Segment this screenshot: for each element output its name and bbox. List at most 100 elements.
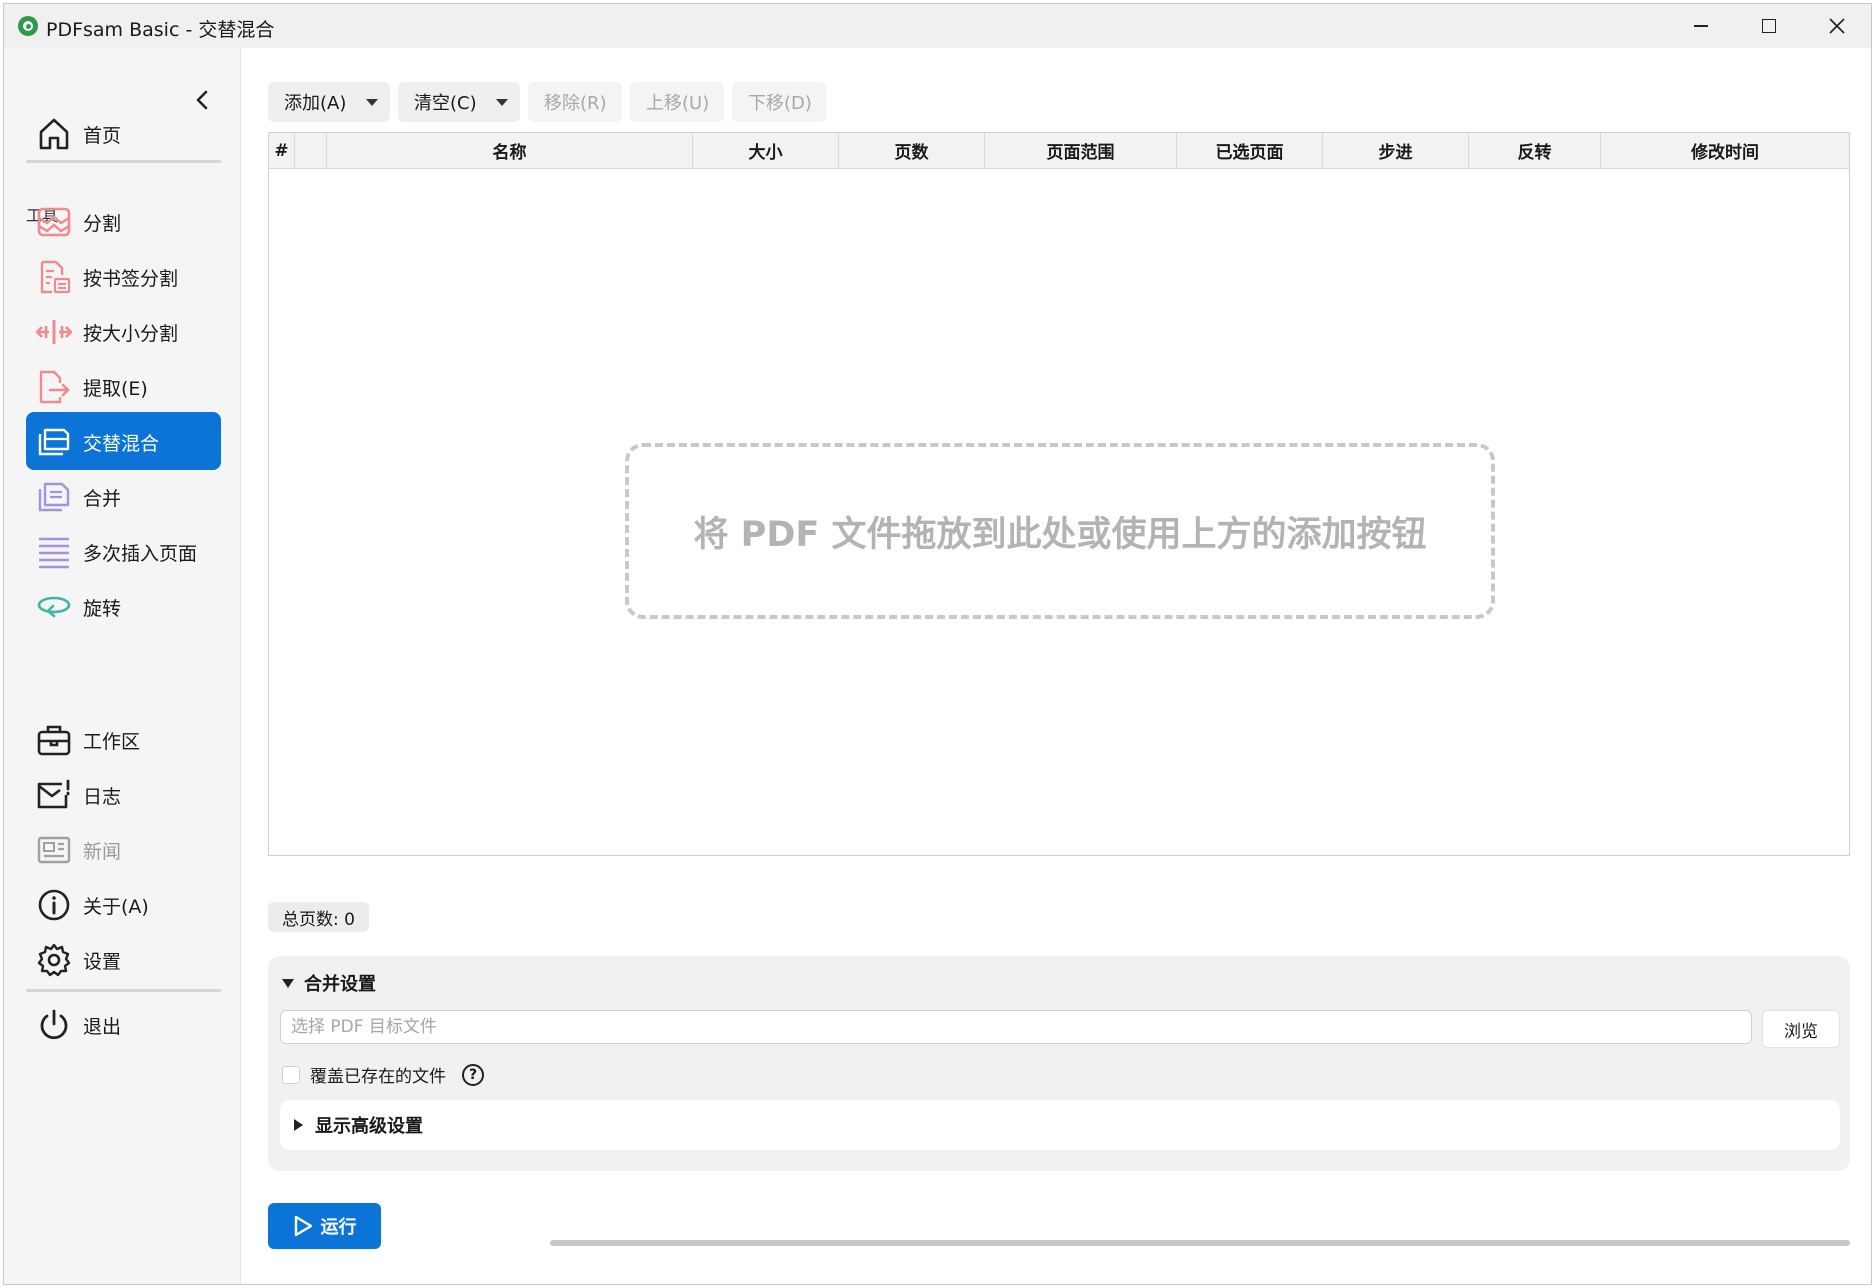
sidebar-item-label: 退出 xyxy=(83,1016,122,1038)
overwrite-checkbox[interactable] xyxy=(282,1065,300,1084)
merge-settings-panel: 合并设置 浏览 覆盖已存在的文件 ? 显示高级设置 xyxy=(268,956,1850,1171)
play-icon xyxy=(294,1215,312,1237)
run-button-label: 运行 xyxy=(320,1217,357,1238)
overwrite-label[interactable]: 覆盖已存在的文件 xyxy=(310,1062,446,1087)
sidebar-item-about[interactable]: 关于(A) xyxy=(26,875,221,933)
move-down-button-label: 下移(D) xyxy=(748,93,812,114)
file-table[interactable]: # 名称 大小 页数 页面范围 已选页面 步进 反转 修改时间 将 PDF 文件… xyxy=(268,132,1850,856)
sidebar-item-merge[interactable]: 合并 xyxy=(26,467,221,525)
column-header-name[interactable]: 名称 xyxy=(327,133,693,168)
sidebar-divider xyxy=(26,160,221,163)
sidebar-item-label: 合并 xyxy=(83,488,122,510)
merge-icon xyxy=(38,482,70,512)
sidebar-item-label: 分割 xyxy=(83,213,122,235)
rotate-icon xyxy=(37,596,71,618)
chevron-down-icon[interactable] xyxy=(496,99,508,106)
sidebar-item-label: 旋转 xyxy=(83,598,122,620)
app-window: PDFsam Basic - 交替混合 首页 工具 分割 按书签分割 按大小分割… xyxy=(3,3,1872,1285)
insert-pages-icon xyxy=(39,537,69,569)
split-icon xyxy=(37,207,71,237)
sidebar-item-label: 日志 xyxy=(83,786,122,808)
sidebar-item-split-by-bookmarks[interactable]: 按书签分割 xyxy=(26,247,221,305)
advanced-settings-label: 显示高级设置 xyxy=(315,1116,423,1137)
drop-zone-hint: 将 PDF 文件拖放到此处或使用上方的添加按钮 xyxy=(693,514,1427,555)
title-bar: PDFsam Basic - 交替混合 xyxy=(4,4,1871,48)
advanced-settings-toggle[interactable]: 显示高级设置 xyxy=(280,1100,1840,1150)
sidebar-item-label: 多次插入页面 xyxy=(83,543,198,565)
help-icon[interactable]: ? xyxy=(462,1063,484,1086)
expand-triangle-icon xyxy=(282,978,294,988)
column-header-selected-pages[interactable]: 已选页面 xyxy=(1177,133,1323,168)
remove-button-label: 移除(R) xyxy=(544,93,607,114)
sidebar-item-news[interactable]: 新闻 xyxy=(26,820,221,878)
news-icon xyxy=(37,836,71,864)
close-icon xyxy=(1829,18,1845,34)
remove-button[interactable]: 移除(R) xyxy=(528,82,622,122)
column-header-size[interactable]: 大小 xyxy=(693,133,839,168)
sidebar-item-extract[interactable]: 提取(E) xyxy=(26,357,221,415)
sidebar-item-exit[interactable]: 退出 xyxy=(26,995,221,1053)
minimize-button[interactable] xyxy=(1667,4,1735,48)
overwrite-option: 覆盖已存在的文件 ? xyxy=(282,1062,484,1087)
column-header-step[interactable]: 步进 xyxy=(1323,133,1469,168)
minimize-icon xyxy=(1694,25,1708,27)
sidebar-item-split-by-size[interactable]: 按大小分割 xyxy=(26,302,221,360)
split-by-bookmarks-icon xyxy=(40,260,71,294)
progress-bar xyxy=(550,1240,1850,1246)
sidebar-item-label: 新闻 xyxy=(83,841,122,863)
merge-settings-toggle[interactable]: 合并设置 xyxy=(282,970,376,996)
column-header-page-ranges[interactable]: 页面范围 xyxy=(985,133,1177,168)
app-logo-icon xyxy=(18,16,38,36)
column-header-pages[interactable]: 页数 xyxy=(839,133,985,168)
sidebar-item-alternate-mix[interactable]: 交替混合 xyxy=(26,412,221,470)
column-header-blank[interactable] xyxy=(295,133,327,168)
sidebar-item-label: 按书签分割 xyxy=(83,268,179,290)
sidebar-item-label: 按大小分割 xyxy=(83,323,179,345)
sidebar-item-label: 关于(A) xyxy=(83,896,149,918)
sidebar-item-label: 交替混合 xyxy=(83,433,160,455)
log-icon xyxy=(37,779,70,809)
sidebar-item-log[interactable]: 日志 xyxy=(26,765,221,823)
main-content: 添加(A) 清空(C) 移除(R) 上移(U) 下移(D) # 名称 大小 页数… xyxy=(242,48,1871,1284)
clear-button[interactable]: 清空(C) xyxy=(398,82,520,122)
add-button-label: 添加(A) xyxy=(284,93,347,114)
sidebar-item-settings[interactable]: 设置 xyxy=(26,930,221,988)
sidebar-item-split[interactable]: 分割 xyxy=(26,192,221,250)
chevron-down-icon[interactable] xyxy=(366,99,378,106)
column-header-index[interactable]: # xyxy=(269,133,295,168)
sidebar-item-label: 首页 xyxy=(83,125,122,147)
column-header-modified-time[interactable]: 修改时间 xyxy=(1601,133,1849,168)
column-header-reverse[interactable]: 反转 xyxy=(1469,133,1601,168)
drop-zone[interactable]: 将 PDF 文件拖放到此处或使用上方的添加按钮 xyxy=(625,443,1495,619)
sidebar-item-insert-pages[interactable]: 多次插入页面 xyxy=(26,522,221,580)
sidebar-item-workspace[interactable]: 工作区 xyxy=(26,710,221,768)
split-by-size-icon xyxy=(36,320,72,344)
collapsed-triangle-icon xyxy=(294,1119,303,1131)
close-button[interactable] xyxy=(1803,4,1871,48)
alternate-mix-icon xyxy=(38,428,70,456)
move-up-button[interactable]: 上移(U) xyxy=(630,82,724,122)
power-icon xyxy=(40,1009,68,1040)
merge-settings-title: 合并设置 xyxy=(304,974,376,995)
total-pages-label: 总页数: 0 xyxy=(268,902,369,932)
window-title: PDFsam Basic - 交替混合 xyxy=(46,19,275,41)
sidebar-divider xyxy=(26,989,221,992)
clear-button-label: 清空(C) xyxy=(414,93,477,114)
sidebar-item-label: 工作区 xyxy=(83,731,141,753)
table-header: # 名称 大小 页数 页面范围 已选页面 步进 反转 修改时间 xyxy=(269,133,1849,169)
home-icon xyxy=(39,118,69,150)
run-button[interactable]: 运行 xyxy=(268,1203,381,1249)
move-down-button[interactable]: 下移(D) xyxy=(732,82,826,122)
workspace-icon xyxy=(37,725,71,756)
sidebar-item-home[interactable]: 首页 xyxy=(26,104,221,162)
sidebar-item-label: 提取(E) xyxy=(83,378,148,400)
add-button[interactable]: 添加(A) xyxy=(268,82,390,122)
destination-file-input[interactable] xyxy=(280,1010,1752,1044)
info-icon xyxy=(38,889,70,921)
sidebar-item-rotate[interactable]: 旋转 xyxy=(26,577,221,635)
maximize-icon xyxy=(1762,19,1776,33)
gear-icon xyxy=(37,943,71,977)
browse-button[interactable]: 浏览 xyxy=(1762,1010,1840,1048)
sidebar: 首页 工具 分割 按书签分割 按大小分割 提取(E) 交替混合 合并 多次插入页… xyxy=(4,48,241,1284)
maximize-button[interactable] xyxy=(1735,4,1803,48)
